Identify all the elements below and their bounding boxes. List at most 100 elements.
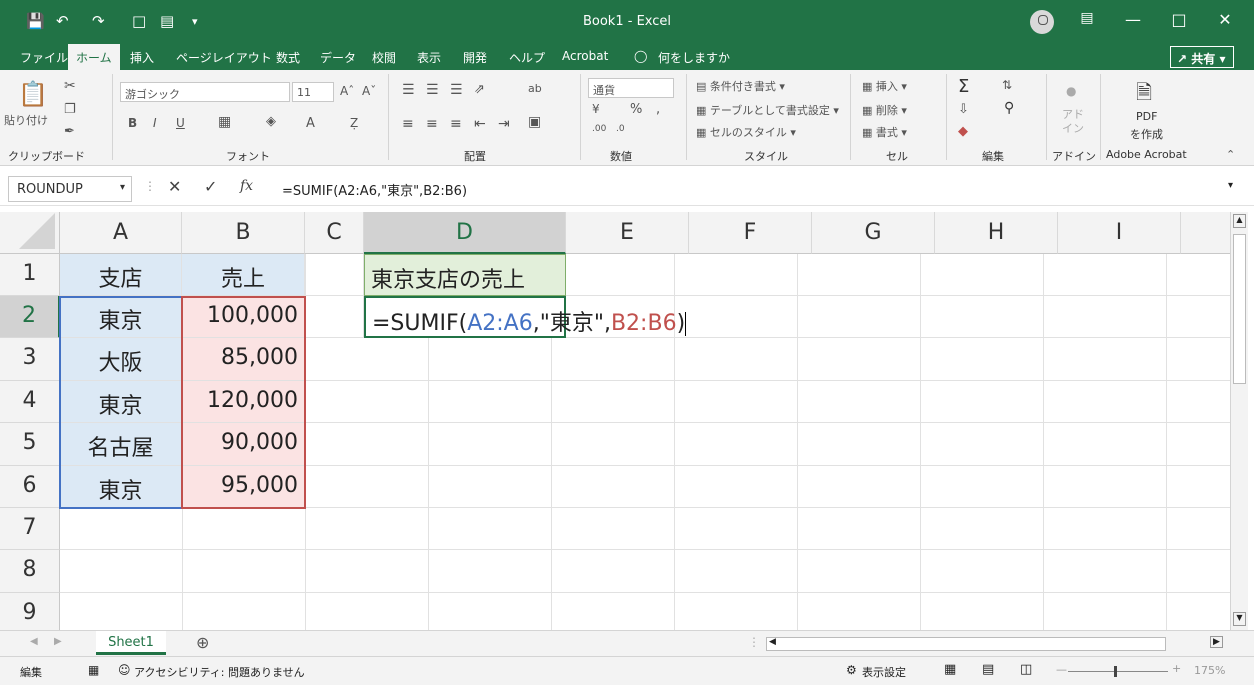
page-layout-view-icon[interactable]: ▤ (982, 662, 994, 677)
tab-home[interactable]: ホーム (68, 44, 120, 70)
align-left-icon[interactable]: ≡ (402, 116, 414, 132)
name-box[interactable]: ROUNDUP ▾ (8, 176, 132, 202)
bold-icon[interactable]: B (128, 116, 137, 130)
cell-c1[interactable] (305, 254, 364, 296)
pdf-create-icon[interactable]: 🗎 (1136, 78, 1152, 112)
column-header-i[interactable]: I (1058, 212, 1181, 254)
column-header-next[interactable] (1181, 212, 1230, 254)
fill-icon[interactable]: ⇩ (958, 102, 969, 117)
display-settings-icon[interactable]: ⚙ (846, 663, 857, 677)
tab-review[interactable]: 校閲 (372, 49, 396, 66)
add-sheet-icon[interactable]: ⊕ (196, 633, 209, 652)
clear-icon[interactable]: ◆ (958, 124, 968, 139)
delete-cells-button[interactable]: ▦ 削除 ▾ (862, 102, 907, 118)
maximize-icon[interactable]: □ (1164, 10, 1194, 29)
font-name-select[interactable]: 游ゴシック (120, 82, 290, 102)
scroll-thumb[interactable] (1233, 234, 1246, 384)
column-header-f[interactable]: F (689, 212, 812, 254)
align-center-icon[interactable]: ≡ (426, 116, 438, 132)
zoom-slider[interactable] (1068, 671, 1168, 672)
account-icon[interactable] (1030, 10, 1054, 34)
cell-a1[interactable]: 支店 (60, 254, 182, 296)
zoom-slider-thumb[interactable] (1114, 666, 1117, 677)
row-header-4[interactable]: 4 (0, 381, 60, 423)
row-header-9[interactable]: 9 (0, 593, 60, 630)
scroll-left-icon[interactable]: ◀ (769, 637, 776, 647)
row-header-5[interactable]: 5 (0, 423, 60, 466)
tab-data[interactable]: データ (320, 49, 356, 66)
row-header-8[interactable]: 8 (0, 550, 60, 593)
font-color-icon[interactable]: A (306, 116, 315, 131)
conditional-formatting-button[interactable]: ▤ 条件付き書式 ▾ (696, 78, 785, 94)
column-header-g[interactable]: G (812, 212, 935, 254)
tab-acrobat[interactable]: Acrobat (562, 49, 608, 63)
fill-color-icon[interactable]: ◈ (266, 114, 276, 129)
increase-decimal-icon[interactable]: .00 (592, 124, 606, 134)
next-sheet-icon[interactable]: ▶ (54, 636, 62, 647)
share-button[interactable]: ↗ 共有 ▾ (1170, 46, 1234, 68)
column-header-d[interactable]: D (364, 212, 566, 254)
horizontal-scrollbar[interactable]: ◀ (766, 637, 1166, 651)
decrease-indent-icon[interactable]: ⇤ (474, 116, 486, 132)
tab-view[interactable]: 表示 (417, 49, 441, 66)
number-format-select[interactable]: 通貨 (588, 78, 674, 98)
page-break-view-icon[interactable]: ◫ (1020, 662, 1032, 677)
increase-indent-icon[interactable]: ⇥ (498, 116, 510, 132)
vertical-scrollbar[interactable]: ▲ ▼ (1230, 212, 1248, 630)
tab-insert[interactable]: 挿入 (130, 49, 154, 66)
accessibility-status[interactable]: アクセシビリティ: 問題ありません (134, 664, 305, 680)
ribbon-display-icon[interactable]: ▤ (1072, 10, 1102, 26)
insert-function-icon[interactable]: fx (240, 178, 253, 194)
pdf-label[interactable]: PDF (1136, 110, 1157, 123)
align-bottom-icon[interactable]: ☰ (450, 82, 463, 98)
cut-icon[interactable]: ✂ (64, 78, 76, 94)
cell-c2[interactable] (305, 296, 364, 338)
pdf-create-label[interactable]: を作成 (1130, 126, 1163, 142)
scroll-down-icon[interactable]: ▼ (1233, 612, 1246, 626)
column-header-h[interactable]: H (935, 212, 1058, 254)
currency-icon[interactable]: ¥ (592, 102, 600, 116)
collapse-ribbon-icon[interactable]: ⌃ (1226, 148, 1235, 161)
cell-styles-button[interactable]: ▦ セルのスタイル ▾ (696, 124, 796, 140)
border-icon[interactable]: ▦ (218, 114, 231, 130)
format-cells-button[interactable]: ▦ 書式 ▾ (862, 124, 907, 140)
column-header-c[interactable]: C (305, 212, 364, 254)
accessibility-icon[interactable]: ☺ (118, 663, 131, 677)
formula-input[interactable]: =SUMIF(A2:A6,"東京",B2:B6) (282, 180, 467, 199)
chevron-down-icon[interactable]: ▾ (120, 182, 125, 193)
addins-button-label[interactable]: アド イン (1062, 108, 1084, 136)
scroll-up-icon[interactable]: ▲ (1233, 214, 1246, 228)
display-settings-label[interactable]: 表示設定 (862, 664, 906, 680)
tell-me-search[interactable]: 何をしますか (658, 49, 730, 66)
normal-view-icon[interactable]: ▦ (944, 662, 956, 677)
row-1-empty[interactable] (566, 254, 1230, 296)
row-header-6[interactable]: 6 (0, 466, 60, 508)
cell-d2-editing[interactable]: =SUMIF(A2:A6,"東京",B2:B6) (364, 296, 687, 338)
close-icon[interactable]: ✕ (1210, 10, 1240, 29)
zoom-out-icon[interactable]: — (1056, 663, 1067, 676)
underline-icon[interactable]: U (176, 116, 185, 130)
comma-icon[interactable]: , (656, 102, 660, 117)
tab-developer[interactable]: 開発 (463, 49, 487, 66)
insert-cells-button[interactable]: ▦ 挿入 ▾ (862, 78, 907, 94)
format-painter-icon[interactable]: ✒ (64, 124, 75, 139)
cell-b1[interactable]: 売上 (182, 254, 305, 296)
orientation-icon[interactable]: ⇗ (474, 82, 485, 97)
addins-icon[interactable]: ● (1066, 84, 1076, 98)
enter-icon[interactable]: ✓ (204, 177, 217, 196)
font-size-select[interactable]: 11 (292, 82, 334, 102)
select-all-button[interactable] (0, 212, 60, 254)
cancel-icon[interactable]: ✕ (168, 177, 181, 196)
tab-formulas[interactable]: 数式 (276, 49, 300, 66)
percent-icon[interactable]: % (630, 102, 642, 117)
minimize-icon[interactable]: — (1118, 10, 1148, 29)
zoom-in-icon[interactable]: + (1172, 662, 1181, 675)
tab-page-layout[interactable]: ページレイアウト (176, 49, 272, 66)
column-header-b[interactable]: B (182, 212, 305, 254)
find-select-icon[interactable]: ⚲ (1004, 100, 1014, 116)
column-header-e[interactable]: E (566, 212, 689, 254)
row-header-7[interactable]: 7 (0, 508, 60, 550)
worksheet-grid[interactable]: A B C D E F G H I 1 2 3 4 5 6 7 8 9 支店 売… (0, 212, 1230, 630)
column-header-a[interactable]: A (60, 212, 182, 254)
phonetic-icon[interactable]: Ẓ (350, 116, 358, 130)
